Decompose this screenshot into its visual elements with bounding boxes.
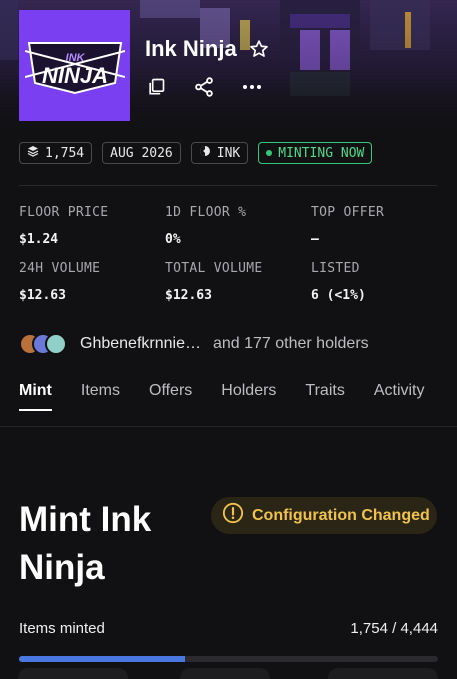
bottom-pill [180, 668, 270, 679]
avatar [45, 333, 67, 355]
date-value: AUG 2026 [110, 145, 173, 161]
config-changed-badge[interactable]: Configuration Changed [211, 497, 437, 534]
holders-row[interactable]: Ghbenefkrnnie… and 177 other holders [19, 333, 369, 355]
bottom-pill [328, 668, 438, 679]
supply-chip: 1,754 [19, 142, 93, 164]
stats-grid: FLOOR PRICE $1.24 1D FLOOR % 0% TOP OFFE… [19, 205, 439, 303]
stat-floor-price: FLOOR PRICE $1.24 [19, 205, 165, 247]
stat-label: TOTAL VOLUME [165, 261, 263, 276]
tab-bar: Mint Items Offers Holders Traits Activit… [19, 382, 425, 411]
stat-label: 1D FLOOR % [165, 205, 247, 220]
stat-listed: LISTED 6 (<1%) [311, 261, 439, 303]
logo-text-main: NINJA [41, 63, 107, 88]
ink-chain-icon [199, 145, 211, 161]
bottom-pill [18, 668, 128, 679]
items-minted-label: Items minted [19, 620, 105, 637]
stat-value: – [311, 232, 319, 247]
stat-value: $12.63 [165, 288, 212, 303]
divider [19, 185, 437, 186]
date-chip: AUG 2026 [102, 142, 181, 164]
tab-mint[interactable]: Mint [19, 382, 52, 411]
share-icon[interactable] [193, 76, 215, 98]
copy-icon[interactable] [145, 76, 167, 98]
status-value: MINTING NOW [278, 145, 365, 161]
mint-progress-bar [19, 656, 438, 662]
chain-value: INK [216, 145, 241, 161]
chain-chip[interactable]: INK [190, 142, 249, 164]
star-icon[interactable] [249, 39, 269, 59]
stat-1d-floor: 1D FLOOR % 0% [165, 205, 311, 247]
other-holders-text: and 177 other holders [212, 335, 369, 352]
stat-24h-volume: 24H VOLUME $12.63 [19, 261, 165, 303]
stat-label: FLOOR PRICE [19, 205, 109, 220]
mint-heading: Mint Ink Ninja [19, 500, 152, 587]
config-badge-label: Configuration Changed [252, 506, 430, 524]
top-holder-name[interactable]: Ghbenefkrnnie… [80, 335, 201, 353]
stat-label: 24H VOLUME [19, 261, 101, 276]
stat-label: TOP OFFER [311, 205, 385, 220]
tab-items[interactable]: Items [81, 382, 120, 411]
stat-value: 6 (<1%) [311, 288, 366, 303]
tabs-divider [0, 426, 457, 427]
layers-icon [27, 145, 39, 161]
items-minted-row: Items minted 1,754 / 4,444 [19, 620, 438, 637]
stat-label: LISTED [311, 261, 360, 276]
stat-value: $1.24 [19, 232, 59, 247]
warning-icon [222, 502, 244, 529]
mint-progress-fill [19, 656, 185, 662]
supply-value: 1,754 [45, 145, 85, 161]
tab-traits[interactable]: Traits [305, 382, 344, 411]
more-icon[interactable] [241, 76, 263, 98]
minting-status-chip: MINTING NOW [258, 142, 373, 164]
tab-offers[interactable]: Offers [149, 382, 192, 411]
holder-avatars [19, 333, 67, 355]
stat-value: 0% [165, 232, 181, 247]
status-dot [266, 150, 273, 156]
collection-logo: INK NINJA [19, 10, 130, 121]
collection-title: Ink Ninja [145, 36, 237, 61]
tab-activity[interactable]: Activity [374, 382, 425, 411]
stat-total-volume: TOTAL VOLUME $12.63 [165, 261, 311, 303]
tab-holders[interactable]: Holders [221, 382, 276, 411]
items-minted-value: 1,754 / 4,444 [350, 620, 438, 637]
stat-value: $12.63 [19, 288, 66, 303]
stat-top-offer: TOP OFFER – [311, 205, 439, 247]
